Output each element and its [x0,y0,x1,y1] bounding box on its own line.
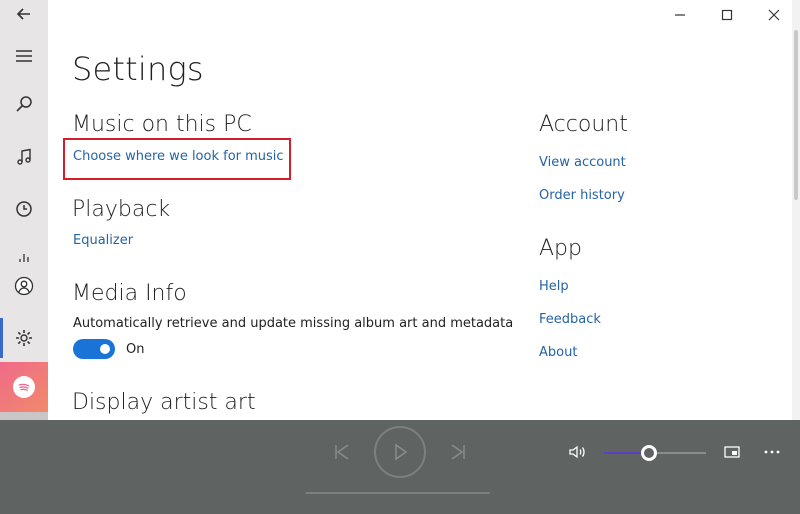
feedback-link[interactable]: Feedback [539,312,601,327]
scrollbar-thumb[interactable] [794,30,798,200]
close-button[interactable] [760,4,788,26]
previous-button[interactable] [330,440,354,464]
music-note-icon [17,148,31,165]
recent-plays-button[interactable] [0,189,48,229]
next-button[interactable] [446,440,470,464]
maximize-icon [721,9,733,21]
mini-player-icon [724,446,740,458]
media-info-toggle[interactable] [73,339,115,359]
spotify-icon [13,376,35,398]
skip-next-icon [451,444,465,460]
menu-button[interactable] [0,36,48,76]
spotify-button[interactable] [0,362,48,412]
volume-button[interactable] [565,440,589,464]
play-icon [395,443,408,461]
music-on-pc-title: Music on this PC [72,112,252,137]
order-history-link[interactable]: Order history [539,188,625,203]
person-icon [14,276,34,296]
search-button[interactable] [0,84,48,124]
my-music-button[interactable] [0,137,48,177]
playback-title: Playback [72,197,171,222]
minimize-icon [675,14,685,16]
view-account-link[interactable]: View account [539,155,626,170]
about-link[interactable]: About [539,345,577,360]
skip-previous-icon [335,444,349,460]
account-button[interactable] [0,266,48,306]
account-title: Account [539,112,628,137]
close-icon [768,9,780,21]
clock-icon [16,201,32,217]
app-title: App [539,236,582,261]
mini-view-button[interactable] [720,440,744,464]
gear-icon [16,330,32,346]
page-title: Settings [72,50,204,88]
back-button[interactable] [0,0,48,34]
hamburger-icon [16,50,32,62]
back-arrow-icon [16,8,30,20]
settings-button[interactable] [0,318,48,358]
maximize-button[interactable] [713,4,741,26]
media-info-toggle-label: On [126,342,145,357]
speaker-icon [569,445,585,459]
equalizer-bars-icon [19,254,29,262]
highlight-annotation [63,138,291,180]
play-button[interactable] [374,426,426,478]
sidebar-footer [0,412,48,420]
search-icon [16,96,32,112]
display-artist-art-title: Display artist art [72,390,256,415]
media-info-title: Media Info [72,281,187,306]
media-info-description: Automatically retrieve and update missin… [73,316,514,331]
seek-bar[interactable] [306,492,490,494]
ellipsis-icon [764,450,780,454]
more-options-button[interactable] [760,440,784,464]
toggle-knob [100,344,110,354]
equalizer-link[interactable]: Equalizer [73,233,133,248]
volume-slider-thumb[interactable] [641,445,657,461]
help-link[interactable]: Help [539,279,569,294]
minimize-button[interactable] [666,4,694,26]
